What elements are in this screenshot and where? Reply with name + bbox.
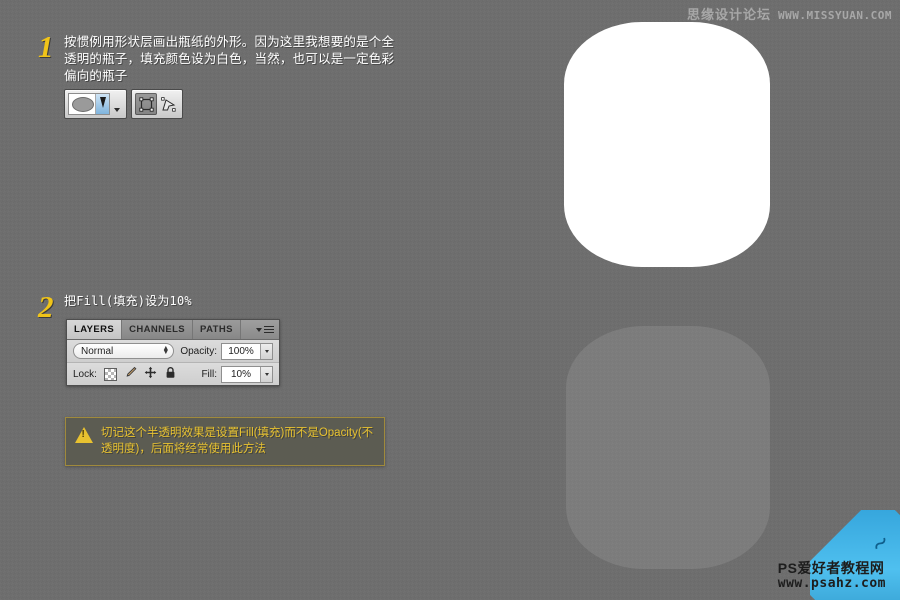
lock-image-pixels-icon[interactable] bbox=[124, 366, 137, 382]
chevron-down-icon[interactable] bbox=[114, 108, 120, 112]
bottle-paper-fill10-shape bbox=[566, 326, 770, 569]
path-selection-icon[interactable] bbox=[135, 93, 157, 115]
blend-mode-select[interactable]: Normal ▲ ▼ bbox=[73, 343, 175, 359]
tab-paths[interactable]: PATHS bbox=[193, 320, 241, 339]
ellipse-glyph-icon bbox=[72, 96, 94, 112]
lock-position-icon[interactable] bbox=[144, 366, 157, 382]
warning-text: 切记这个半透明效果是设置Fill(填充)而不是Opacity(不透明度)，后面将… bbox=[101, 427, 374, 455]
opacity-value: 100% bbox=[228, 345, 254, 357]
tab-layers[interactable]: LAYERS bbox=[67, 320, 123, 339]
lock-icon-group[interactable] bbox=[103, 366, 177, 382]
stepper-updown-icon[interactable]: ▲ ▼ bbox=[162, 345, 169, 356]
step-1-number: 1 bbox=[38, 29, 54, 64]
watermark-top: 思缘设计论坛 WWW.MISSYUAN.COM bbox=[687, 4, 892, 23]
step-1-text: 按惯例用形状层画出瓶纸的外形。因为这里我想要的是个全透明的瓶子，填充颜色设为白色… bbox=[64, 35, 395, 83]
path-selection-group[interactable] bbox=[131, 89, 183, 119]
lock-label: Lock: bbox=[73, 368, 97, 380]
gradient-swatch-icon[interactable] bbox=[95, 94, 109, 114]
shape-tool-options-bar[interactable] bbox=[64, 89, 183, 119]
fill-field[interactable]: 10% bbox=[221, 365, 273, 383]
lock-row[interactable]: Lock: Fill: 10% bbox=[67, 363, 279, 385]
fill-label: Fill: bbox=[201, 368, 217, 380]
blend-mode-row[interactable]: Normal ▲ ▼ Opacity: 100% bbox=[67, 340, 279, 363]
opacity-field[interactable]: 100% bbox=[221, 342, 273, 360]
ellipse-shape-icon[interactable] bbox=[68, 93, 110, 115]
blend-mode-value: Normal bbox=[81, 345, 114, 357]
watermark-bottom-name: PS爱好者教程网 bbox=[777, 560, 885, 576]
fill-value: 10% bbox=[230, 368, 251, 380]
shape-preview-group[interactable] bbox=[64, 89, 127, 119]
layers-panel[interactable]: LAYERS CHANNELS PATHS Normal ▲ ▼ Opacity:… bbox=[66, 319, 280, 386]
watermark-top-url: WWW.MISSYUAN.COM bbox=[778, 9, 892, 22]
fill-dropdown-icon[interactable] bbox=[260, 366, 272, 382]
panel-menu-icon[interactable] bbox=[251, 320, 279, 339]
watermark-bottom-url: www.psahz.com bbox=[777, 576, 886, 591]
warning-triangle-icon bbox=[75, 427, 93, 443]
direct-selection-icon[interactable] bbox=[157, 93, 179, 115]
panel-menu-caret-icon bbox=[256, 327, 262, 332]
opacity-label: Opacity: bbox=[180, 345, 217, 357]
watermark-top-name: 思缘设计论坛 bbox=[687, 7, 772, 22]
bottle-paper-white-shape bbox=[564, 22, 770, 267]
step-2-text: 把Fill(填充)设为10% bbox=[64, 294, 192, 308]
panel-menu-lines-icon bbox=[264, 325, 274, 334]
lock-all-icon[interactable] bbox=[164, 366, 177, 382]
warning-callout: 切记这个半透明效果是设置Fill(填充)而不是Opacity(不透明度)，后面将… bbox=[65, 417, 385, 466]
opacity-dropdown-icon[interactable] bbox=[260, 343, 272, 359]
step-2-number: 2 bbox=[38, 289, 54, 324]
tutorial-screenshot-canvas: 1 按惯例用形状层画出瓶纸的外形。因为这里我想要的是个全透明的瓶子，填充颜色设为… bbox=[0, 0, 900, 600]
lock-transparent-pixels-icon[interactable] bbox=[103, 367, 117, 381]
watermark-bottom: PS爱好者教程网 www.psahz.com bbox=[778, 560, 886, 592]
tab-channels[interactable]: CHANNELS bbox=[122, 320, 194, 339]
panel-tab-bar[interactable]: LAYERS CHANNELS PATHS bbox=[67, 320, 279, 340]
